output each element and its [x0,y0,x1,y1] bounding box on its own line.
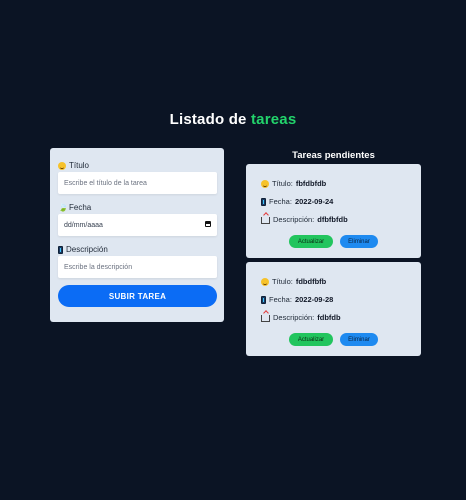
smiley-icon [261,179,269,188]
description-input[interactable]: Escribe la descripción [58,256,217,278]
task-title-line: Título: fbfdbfdb [261,179,326,188]
title-label: Título [58,161,89,170]
task-date-line: Fecha: 2022-09-28 [261,295,333,304]
update-button[interactable]: Actualizar [289,333,333,346]
page-title-accent: tareas [250,111,297,128]
task-title: fdbdfbfb [295,277,327,286]
smiley-icon [261,277,269,286]
page-title-prefix: Listado de [169,111,247,128]
page: Listado de tareas Título Escribe el títu… [0,0,466,500]
calendar-icon: 🍃 [58,202,68,212]
task-description-prefix: Descripción: [273,215,315,224]
phone-icon [261,295,266,304]
phone-icon [261,197,266,206]
calendar-picker-icon[interactable] [205,221,211,227]
task-form: Título Escribe el título de la tarea 🍃 F… [50,148,224,322]
description-label-text: Descripción [66,245,108,254]
task-description-prefix: Descripción: [273,313,315,322]
task-date-prefix: Fecha: [269,197,292,206]
tasks-heading: Tareas pendientes [292,150,375,161]
task-card: Título: fbfdbfdb Fecha: 2022-09-24 Descr… [246,164,421,258]
title-input-placeholder: Escribe el título de la tarea [64,179,147,187]
delete-button[interactable]: Eliminar [340,333,378,346]
task-date: 2022-09-24 [294,197,334,206]
description-label: Descripción [58,245,108,254]
smiley-icon [58,161,66,170]
submit-task-button[interactable]: SUBIR TAREA [58,285,217,307]
date-input[interactable]: dd/mm/aaaa [58,214,217,236]
task-date-prefix: Fecha: [269,295,292,304]
date-label: 🍃 Fecha [58,203,91,212]
delete-button[interactable]: Eliminar [340,235,378,248]
outbox-icon [261,315,270,322]
task-description-line: Descripción: fdbfdb [261,313,341,322]
task-date-line: Fecha: 2022-09-24 [261,197,333,206]
date-label-text: Fecha [69,203,92,212]
outbox-icon [261,217,270,224]
task-date: 2022-09-28 [294,295,334,304]
description-input-placeholder: Escribe la descripción [64,263,133,271]
title-input[interactable]: Escribe el título de la tarea [58,172,217,194]
task-description: fdbfdb [317,313,341,322]
task-title-prefix: Título: [272,277,293,286]
task-title: fbfdbfdb [295,179,327,188]
update-button[interactable]: Actualizar [289,235,333,248]
task-title-line: Título: fdbdfbfb [261,277,326,286]
title-label-text: Título [69,161,90,170]
task-card: Título: fdbdfbfb Fecha: 2022-09-28 Descr… [246,262,421,356]
page-title: Listado de tareas [0,111,466,128]
task-description-line: Descripción: dfbfbfdb [261,215,348,224]
date-input-placeholder: dd/mm/aaaa [64,221,103,229]
task-description: dfbfbfdb [317,215,348,224]
task-title-prefix: Título: [272,179,293,188]
phone-icon [58,245,63,254]
